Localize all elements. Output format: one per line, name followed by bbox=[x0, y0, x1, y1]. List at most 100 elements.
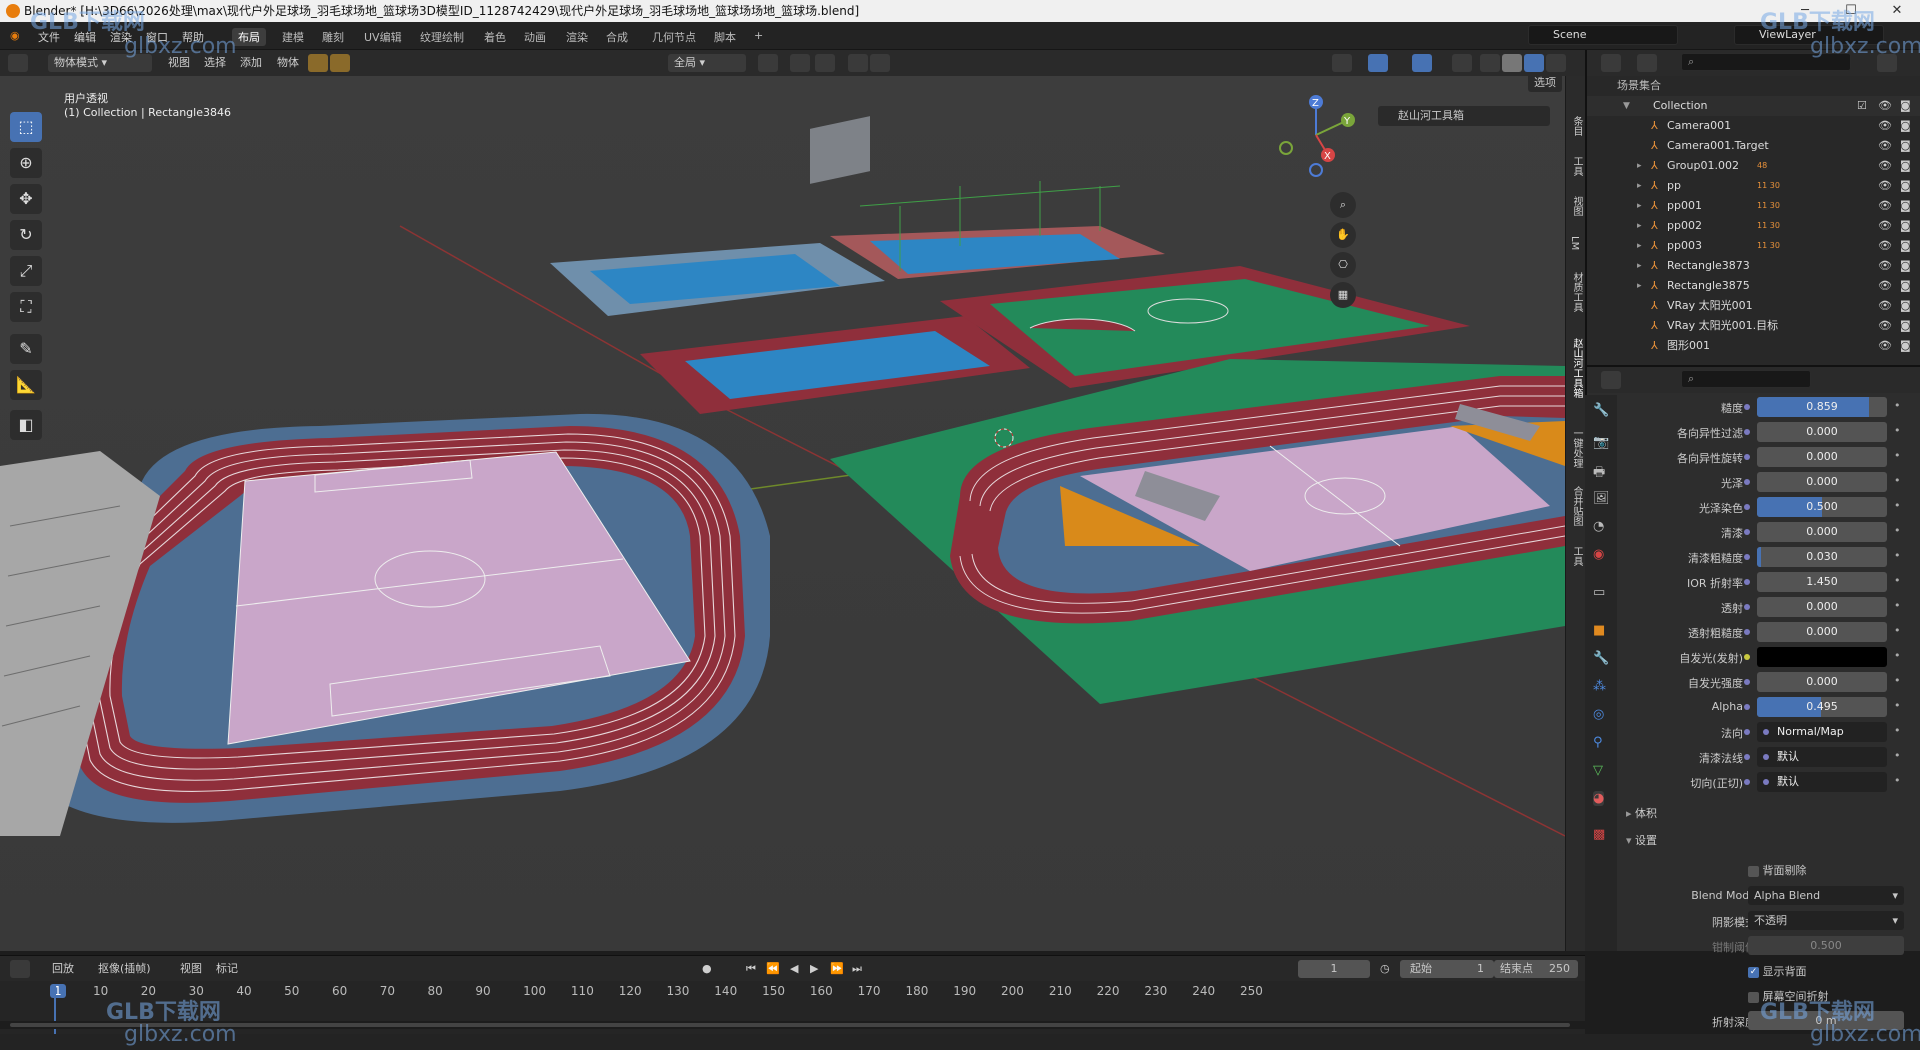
ntab-tools[interactable]: 工具 bbox=[1569, 546, 1584, 566]
property-slider[interactable]: 0.000 bbox=[1757, 422, 1887, 442]
checkbox-icon[interactable]: ☑ bbox=[1857, 96, 1867, 116]
property-slider[interactable]: 0.500 bbox=[1757, 497, 1887, 517]
collection-props-icon[interactable]: ▭ bbox=[1593, 585, 1605, 600]
close-button[interactable]: ✕ bbox=[1874, 0, 1920, 22]
socket-dot-icon[interactable] bbox=[1744, 779, 1750, 785]
add-cube-tool-icon[interactable]: ◧ bbox=[10, 410, 42, 440]
ntab-material-tools[interactable]: 材质工具 bbox=[1569, 272, 1584, 312]
keyframe-dot-icon[interactable]: • bbox=[1894, 749, 1901, 762]
options-dropdown[interactable]: 选项 bbox=[1528, 76, 1562, 92]
outliner-item[interactable]: ▸ ⅄ pp001 11 30 👁 ◙ bbox=[1587, 196, 1920, 216]
select-box-tool-icon[interactable]: ⬚ bbox=[10, 112, 42, 142]
tab-modeling[interactable]: 建模 bbox=[276, 28, 310, 46]
eye-icon[interactable]: 👁 bbox=[1878, 296, 1892, 316]
socket-dot-icon[interactable] bbox=[1744, 504, 1750, 510]
outliner-item[interactable]: ▸ ⅄ Rectangle3873 👁 ◙ bbox=[1587, 256, 1920, 276]
shading-material-icon[interactable] bbox=[1524, 54, 1544, 72]
properties-editor-icon[interactable] bbox=[1601, 371, 1621, 389]
camera-icon[interactable]: ◙ bbox=[1900, 296, 1911, 316]
outliner-item[interactable]: ▸ ⅄ Group01.002 48 👁 ◙ bbox=[1587, 156, 1920, 176]
pivot-icon[interactable] bbox=[758, 54, 778, 72]
zsh-toolbox-panel[interactable]: 赵山河工具箱 bbox=[1378, 106, 1550, 126]
ntab-view[interactable]: 视图 bbox=[1569, 196, 1584, 216]
eye-icon[interactable]: 👁 bbox=[1878, 96, 1892, 116]
camera-icon[interactable]: ◙ bbox=[1900, 136, 1911, 156]
color-swatch[interactable] bbox=[1757, 647, 1887, 667]
tab-compositing[interactable]: 合成 bbox=[600, 28, 634, 46]
record-icon[interactable]: ● bbox=[702, 960, 712, 978]
overlay-toggle-icon[interactable] bbox=[1412, 54, 1432, 72]
outliner-item[interactable]: ⅄ Camera001.Target 👁 ◙ bbox=[1587, 136, 1920, 156]
snap-icon[interactable] bbox=[790, 54, 810, 72]
end-frame-field[interactable]: 结束点 250 bbox=[1494, 960, 1578, 978]
keyframe-dot-icon[interactable]: • bbox=[1894, 424, 1901, 437]
cursor-tool-icon[interactable]: ⊕ bbox=[10, 148, 42, 178]
eye-icon[interactable]: 👁 bbox=[1878, 136, 1892, 156]
camera-icon[interactable]: ◙ bbox=[1900, 96, 1911, 116]
menu-add[interactable]: 添加 bbox=[240, 54, 262, 72]
eye-icon[interactable]: 👁 bbox=[1878, 236, 1892, 256]
tab-shading[interactable]: 着色 bbox=[478, 28, 512, 46]
shadow-mode-dropdown[interactable]: 不透明 ▾ bbox=[1748, 911, 1904, 930]
keyframe-dot-icon[interactable]: • bbox=[1894, 474, 1901, 487]
snap-target-icon[interactable] bbox=[815, 54, 835, 72]
play-reverse-icon[interactable]: ◀ bbox=[790, 960, 798, 978]
show-backface-checkbox[interactable]: ✓ 显示背面 bbox=[1748, 963, 1807, 979]
tab-sculpting[interactable]: 雕刻 bbox=[316, 28, 350, 46]
property-slider[interactable]: 0.000 bbox=[1757, 447, 1887, 467]
scene-icon[interactable]: ◔ bbox=[1593, 519, 1604, 534]
eye-icon[interactable]: 👁 bbox=[1878, 216, 1892, 236]
socket-dot-icon[interactable] bbox=[1744, 454, 1750, 460]
keyframe-dot-icon[interactable]: • bbox=[1894, 399, 1901, 412]
timeline-scrollbar[interactable] bbox=[0, 1021, 1585, 1029]
texture-icon[interactable]: ▩ bbox=[1593, 827, 1605, 842]
menu-playback[interactable]: 回放 bbox=[52, 960, 74, 978]
socket-dot-icon[interactable] bbox=[1744, 754, 1750, 760]
camera-icon[interactable]: ◙ bbox=[1900, 316, 1911, 336]
pan-hand-icon[interactable]: ✋ bbox=[1330, 222, 1356, 248]
socket-dot-icon[interactable] bbox=[1744, 579, 1750, 585]
outliner-item[interactable]: ⅄ Camera001 👁 ◙ bbox=[1587, 116, 1920, 136]
visibility-icon[interactable] bbox=[1332, 54, 1352, 72]
socket-dot-icon[interactable] bbox=[1744, 404, 1750, 410]
socket-dot-icon[interactable] bbox=[1744, 654, 1750, 660]
move-tool-icon[interactable]: ✥ bbox=[10, 184, 42, 214]
zoom-icon[interactable]: ⌕ bbox=[1330, 192, 1356, 218]
camera-icon[interactable]: ◙ bbox=[1900, 276, 1911, 296]
camera-icon[interactable]: ◙ bbox=[1900, 176, 1911, 196]
physics-icon[interactable]: ◎ bbox=[1593, 707, 1604, 722]
ntab-zsh-toolbox[interactable]: 赵山河工具箱 bbox=[1569, 338, 1584, 398]
property-slider[interactable]: 0.859 bbox=[1757, 397, 1887, 417]
play-icon[interactable]: ▶ bbox=[810, 960, 818, 978]
add-workspace-button[interactable]: + bbox=[748, 28, 769, 43]
camera-icon[interactable]: ◙ bbox=[1900, 216, 1911, 236]
camera-icon[interactable]: ◙ bbox=[1900, 236, 1911, 256]
ntab-lm[interactable]: LM bbox=[1569, 236, 1580, 250]
tab-texture-paint[interactable]: 纹理绘制 bbox=[414, 28, 470, 46]
falloff-icon[interactable] bbox=[870, 54, 890, 72]
settings-panel-header[interactable]: ▾ 设置 bbox=[1626, 832, 1911, 852]
proportional-edit-icon[interactable] bbox=[848, 54, 868, 72]
property-slider[interactable]: 0.000 bbox=[1757, 597, 1887, 617]
ntab-tool[interactable]: 工具 bbox=[1569, 156, 1584, 176]
eye-icon[interactable]: 👁 bbox=[1878, 176, 1892, 196]
ntab-one-click[interactable]: 一键处理 bbox=[1569, 428, 1584, 468]
socket-dot-icon[interactable] bbox=[1744, 554, 1750, 560]
outliner-scene-collection[interactable]: 场景集合 bbox=[1587, 76, 1920, 96]
tab-animation[interactable]: 动画 bbox=[518, 28, 552, 46]
ortho-grid-icon[interactable]: ▦ bbox=[1330, 282, 1356, 308]
expand-arrow-icon[interactable]: ▸ bbox=[1637, 236, 1642, 256]
keyframe-dot-icon[interactable]: • bbox=[1894, 449, 1901, 462]
tab-uv-editing[interactable]: UV编辑 bbox=[358, 28, 408, 46]
prev-keyframe-icon[interactable]: ⏪ bbox=[766, 960, 780, 978]
socket-dot-icon[interactable] bbox=[1744, 604, 1750, 610]
property-slider[interactable]: 0.000 bbox=[1757, 622, 1887, 642]
transform-tool-icon[interactable]: ⛶ bbox=[10, 292, 42, 322]
expand-arrow-icon[interactable]: ▸ bbox=[1637, 176, 1642, 196]
tab-geometry-nodes[interactable]: 几何节点 bbox=[646, 28, 702, 46]
expand-arrow-icon[interactable]: ▸ bbox=[1637, 216, 1642, 236]
expand-arrow-icon[interactable]: ▸ bbox=[1637, 256, 1642, 276]
render-icon[interactable]: 📷 bbox=[1593, 435, 1609, 450]
measure-tool-icon[interactable]: 📐 bbox=[10, 370, 42, 400]
clock-icon[interactable]: ◷ bbox=[1380, 960, 1390, 978]
